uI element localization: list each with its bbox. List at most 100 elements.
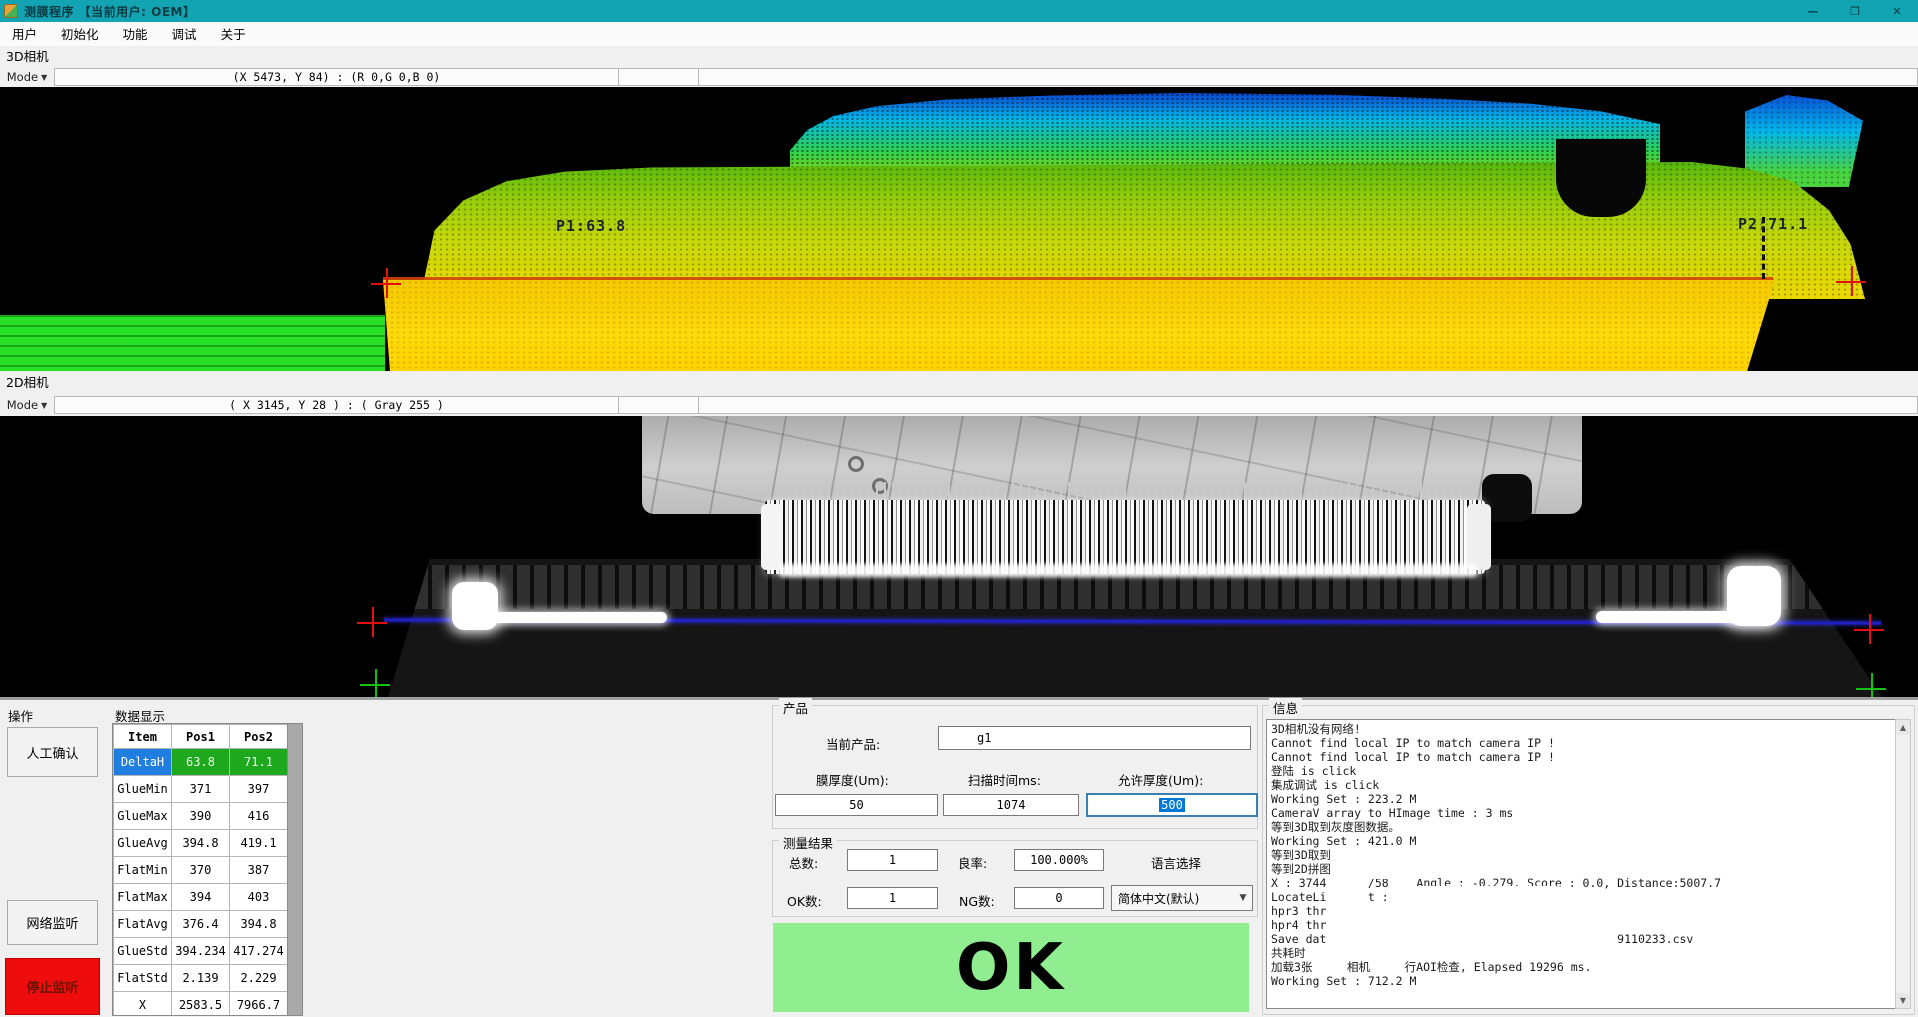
cell-pos1: 394.8	[172, 830, 230, 857]
mode-dropdown-2d[interactable]: Mode ▼	[0, 395, 54, 415]
scroll-up-icon[interactable]: ▲	[1896, 720, 1910, 735]
allowed-thickness-field[interactable]: 500	[1086, 793, 1258, 817]
yield-label: 良率:	[958, 853, 987, 872]
menu-item-4[interactable]: 关于	[209, 22, 258, 47]
table-row[interactable]: GlueStd394.234417.274	[114, 938, 288, 965]
language-label: 语言选择	[1151, 853, 1201, 872]
chevron-down-icon: ▼	[41, 401, 47, 410]
ok-count-label: OK数:	[787, 891, 822, 910]
total-field[interactable]: 1	[847, 849, 938, 871]
maximize-button[interactable]: ❐	[1834, 0, 1876, 22]
cell-pos2: 417.274	[230, 938, 288, 965]
table-row[interactable]: FlatAvg376.4394.8	[114, 911, 288, 938]
stop-listen-button[interactable]: 停止监听	[5, 958, 100, 1015]
scroll-down-icon[interactable]: ▼	[1896, 993, 1910, 1008]
connector-body	[765, 500, 1485, 574]
cell-pos2: 387	[230, 857, 288, 884]
cell-pos2: 7966.7	[230, 992, 288, 1017]
table-row[interactable]: X2583.57966.7	[114, 992, 288, 1017]
redaction-blob	[1332, 845, 1434, 879]
mode-label: Mode	[7, 70, 38, 84]
log-line: Save dat 9110233.csv	[1271, 932, 1892, 946]
crosshair-left-2d	[357, 607, 387, 637]
log-line: Working Set : 223.2 M	[1271, 792, 1892, 806]
status-cell-empty-2d	[619, 396, 699, 414]
table-row[interactable]: GlueMax390416	[114, 803, 288, 830]
language-select[interactable]: 简体中文(默认) ▼	[1111, 885, 1253, 911]
info-panel-title: 信息	[1269, 698, 1302, 717]
column-header: Pos1	[172, 725, 230, 749]
network-listen-button[interactable]: 网络监听	[7, 900, 98, 945]
table-scrollbar[interactable]	[287, 724, 302, 1015]
yield-field[interactable]: 100.000%	[1014, 849, 1104, 871]
log-line: 3D相机没有网络!	[1271, 722, 1892, 736]
bottom-section: 操作 人工确认 网络监听 停止监听 数据显示 ItemPos1Pos2 Delt…	[0, 700, 1918, 1017]
current-product-field[interactable]: g1	[938, 726, 1251, 750]
cell-pos2: 2.229	[230, 965, 288, 992]
ng-count-label: NG数:	[959, 891, 995, 910]
data-table-container[interactable]: ItemPos1Pos2 DeltaH63.871.1GlueMin371397…	[112, 723, 303, 1016]
cell-item: FlatMax	[114, 884, 172, 911]
cell-item: GlueMax	[114, 803, 172, 830]
operation-panel-title: 操作	[8, 706, 33, 725]
table-row[interactable]: FlatMax394403	[114, 884, 288, 911]
results-panel-title: 测量结果	[779, 833, 837, 852]
column-header: Item	[114, 725, 172, 749]
cell-pos2: 394.8	[230, 911, 288, 938]
heightmap-hook-cutout	[1556, 139, 1646, 217]
cell-pos1: 2.139	[172, 965, 230, 992]
table-row[interactable]: DeltaH63.871.1	[114, 749, 288, 776]
mode-dropdown-3d[interactable]: Mode ▼	[0, 67, 54, 87]
results-groupbox: 测量结果 总数: 1 良率: 100.000% 语言选择 OK数: 1 NG数:…	[772, 840, 1258, 917]
pixel-status-3d: (X 5473, Y 84) : (R 0,G 0,B 0)	[54, 68, 619, 86]
connector-glow	[778, 564, 1478, 577]
film-thickness-field[interactable]: 50	[775, 794, 938, 816]
window-controls: — ❐ ✕	[1792, 0, 1918, 22]
log-line: 加载3张 相机 行AOI检查, Elapsed 19296 ms.	[1271, 960, 1892, 974]
table-row[interactable]: GlueMin371397	[114, 776, 288, 803]
table-row[interactable]: FlatMin370387	[114, 857, 288, 884]
cell-item: FlatMin	[114, 857, 172, 884]
cell-pos1: 390	[172, 803, 230, 830]
crosshair-left-3d	[371, 268, 401, 298]
heightmap-green-strip	[0, 315, 385, 371]
pcb-ring	[848, 456, 864, 472]
menu-bar: 用户初始化功能调试关于	[0, 22, 1918, 47]
table-row[interactable]: FlatStd2.1392.229	[114, 965, 288, 992]
close-button[interactable]: ✕	[1876, 0, 1918, 22]
ng-count-field[interactable]: 0	[1014, 887, 1104, 909]
chevron-down-icon: ▼	[1234, 893, 1252, 903]
manual-confirm-button[interactable]: 人工确认	[7, 727, 98, 777]
minimize-button[interactable]: —	[1792, 0, 1834, 22]
log-scrollbar[interactable]: ▲ ▼	[1895, 719, 1911, 1009]
log-line: hpr4 thr	[1271, 918, 1892, 932]
status-cell-empty-3d	[619, 68, 699, 86]
mode-label: Mode	[7, 398, 38, 412]
menu-item-3[interactable]: 调试	[160, 22, 209, 47]
camera2d-toolbar: Mode ▼ ( X 3145, Y 28 ) : ( Gray 255 )	[0, 395, 1918, 415]
cell-pos2: 403	[230, 884, 288, 911]
menu-item-0[interactable]: 用户	[0, 22, 49, 47]
cell-item: DeltaH	[114, 749, 172, 776]
crosshair-right-3d	[1836, 266, 1866, 296]
connector-base	[388, 559, 1882, 697]
chevron-down-icon: ▼	[41, 73, 47, 82]
log-line: CameraV array to HImage time : 3 ms	[1271, 806, 1892, 820]
log-line: hpr3 thr	[1271, 904, 1892, 918]
camera3d-viewport[interactable]: P1:63.8 P2:71.1	[0, 87, 1918, 371]
table-row[interactable]: GlueAvg394.8419.1	[114, 830, 288, 857]
log-line: 登陆 is click	[1271, 764, 1892, 778]
current-product-label: 当前产品:	[826, 734, 880, 753]
ok-count-field[interactable]: 1	[847, 887, 938, 909]
menu-item-2[interactable]: 功能	[111, 22, 160, 47]
log-line: Working Set : 712.2 M	[1271, 974, 1892, 988]
log-line: Cannot find local IP to match camera IP …	[1271, 736, 1892, 750]
camera2d-viewport[interactable]	[0, 416, 1918, 697]
menu-item-1[interactable]: 初始化	[49, 22, 111, 47]
cell-pos1: 394	[172, 884, 230, 911]
scan-time-field[interactable]: 1074	[943, 794, 1079, 816]
pixel-status-2d: ( X 3145, Y 28 ) : ( Gray 255 )	[54, 396, 619, 414]
selected-text: 500	[1159, 798, 1185, 812]
cell-pos1: 370	[172, 857, 230, 884]
product-panel-title: 产品	[779, 698, 812, 717]
